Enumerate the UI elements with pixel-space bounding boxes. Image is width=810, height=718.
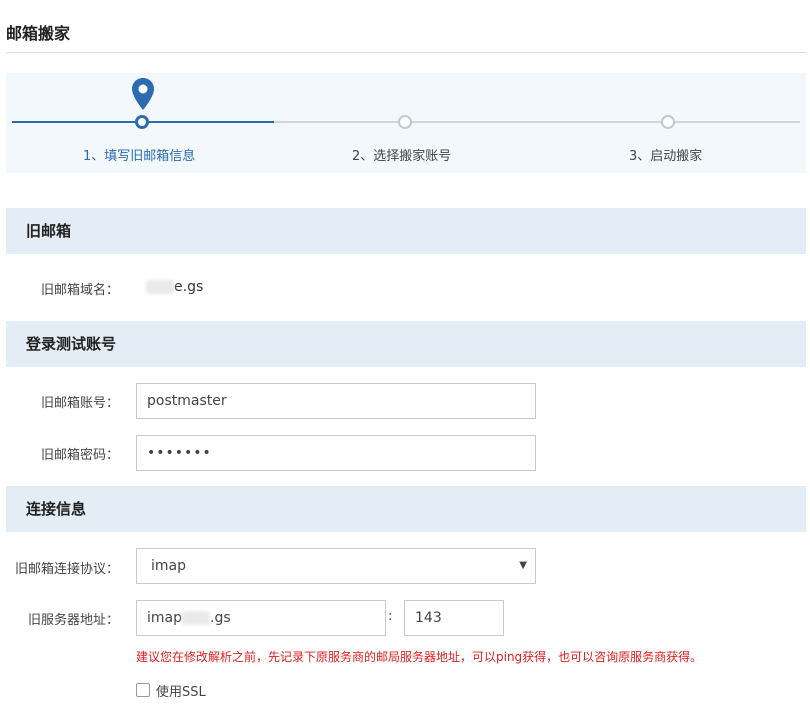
progress-steps: 1、填写旧邮箱信息 2、选择搬家账号 3、启动搬家: [6, 73, 806, 173]
progress-line-pending: [274, 121, 800, 123]
server-warning-text: 建议您在修改解析之前，先记录下原服务商的邮局服务器地址，可以ping获得，也可以…: [136, 650, 703, 664]
account-label: 旧邮箱账号：: [40, 396, 119, 411]
ssl-checkbox[interactable]: [136, 683, 150, 697]
protocol-label: 旧邮箱连接协议：: [14, 562, 119, 577]
step-2-label: 2、选择搬家账号: [352, 149, 452, 164]
account-input[interactable]: postmaster: [136, 383, 536, 419]
domain-label: 旧邮箱域名：: [40, 283, 119, 298]
step-1-label: 1、填写旧邮箱信息: [83, 149, 196, 164]
section-login-test: 登录测试账号: [6, 321, 806, 367]
section-old-mailbox: 旧邮箱: [6, 208, 806, 254]
domain-value: e.gs: [146, 279, 203, 295]
password-input[interactable]: •••••••: [136, 435, 536, 471]
location-pin-icon: [132, 78, 154, 110]
protocol-select[interactable]: imap ▼: [136, 548, 536, 584]
port-input[interactable]: 143: [404, 600, 504, 636]
server-address-input[interactable]: imap .gs: [136, 600, 386, 636]
password-label: 旧邮箱密码：: [40, 448, 119, 463]
step-3-dot: [661, 115, 675, 129]
server-label: 旧服务器地址：: [27, 613, 119, 628]
step-2-dot: [398, 115, 412, 129]
ssl-label[interactable]: 使用SSL: [156, 681, 206, 700]
title-divider: [6, 52, 806, 53]
port-separator: :: [388, 609, 393, 624]
step-1-dot: [135, 115, 149, 129]
redacted-text: [182, 611, 210, 625]
chevron-down-icon: ▼: [519, 560, 527, 571]
step-3-label: 3、启动搬家: [629, 149, 703, 164]
page-title: 邮箱搬家: [6, 24, 71, 43]
section-connection: 连接信息: [6, 486, 806, 532]
redacted-text: [146, 280, 174, 294]
